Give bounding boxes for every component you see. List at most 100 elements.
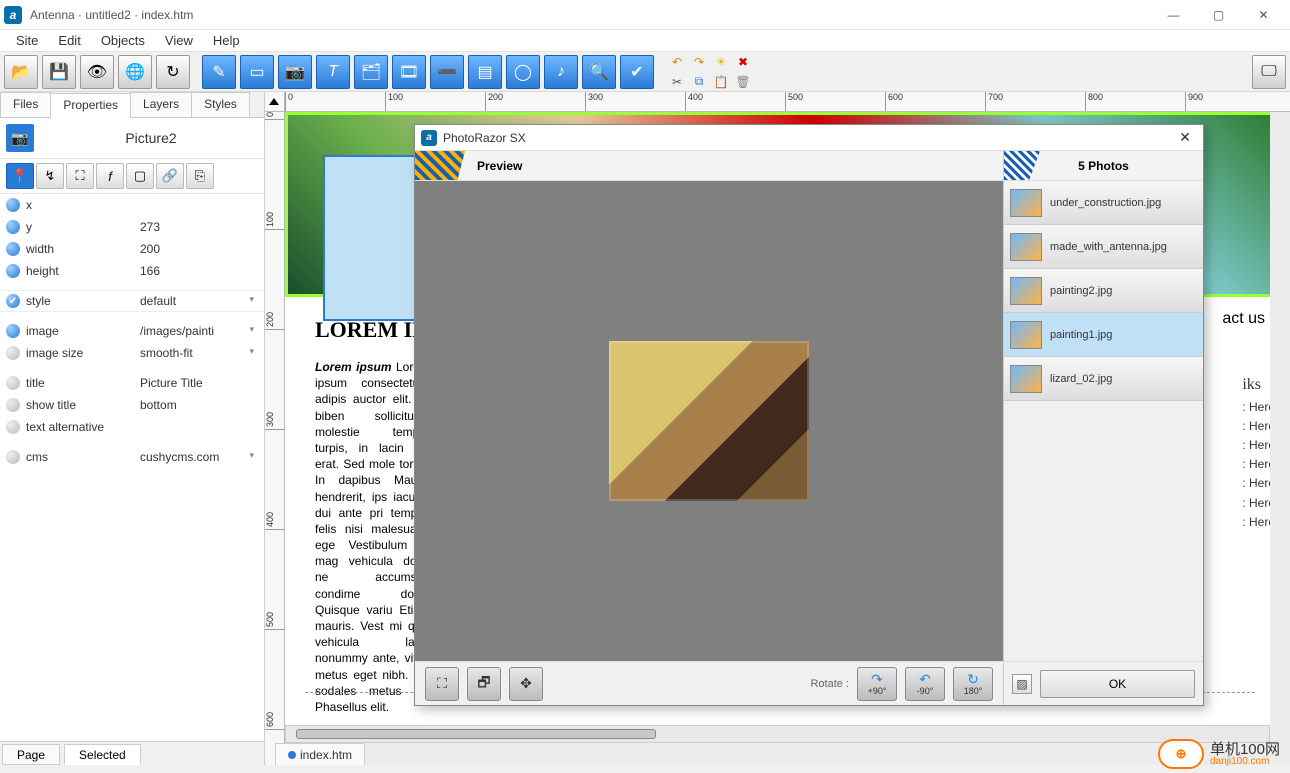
ruler-origin[interactable] bbox=[265, 92, 285, 112]
picture-icon: 📷 bbox=[6, 124, 34, 152]
rotate-ccw-button[interactable]: ↶-90° bbox=[905, 667, 945, 701]
tool-shape[interactable]: ◯ bbox=[506, 55, 540, 89]
photo-filename: painting1.jpg bbox=[1050, 329, 1112, 341]
watermark-text: 单机100网 bbox=[1210, 742, 1280, 757]
mini-toolbar: ↶ ↷ ☀ ✖ ✂ ⧉ 📋 🗑 bbox=[668, 53, 752, 91]
tool-audio[interactable]: ♪ bbox=[544, 55, 578, 89]
prop-value-y[interactable]: 273 bbox=[136, 220, 258, 234]
prop-label-title: title bbox=[26, 376, 136, 390]
tool-check[interactable]: ✔ bbox=[620, 55, 654, 89]
prop-label-width: width bbox=[26, 242, 136, 256]
menu-edit[interactable]: Edit bbox=[48, 31, 90, 50]
bottom-tab-page[interactable]: Page bbox=[2, 744, 60, 765]
prop-tab-action[interactable]: ↯ bbox=[36, 163, 64, 189]
cut-icon[interactable]: ✂ bbox=[668, 73, 686, 91]
lorem-text[interactable]: Lorem ipsum Lorem ipsum consectetuer adi… bbox=[315, 359, 430, 715]
prop-value-width[interactable]: 200 bbox=[136, 242, 258, 256]
menu-help[interactable]: Help bbox=[203, 31, 250, 50]
tab-layers[interactable]: Layers bbox=[130, 92, 192, 117]
fit-button[interactable]: ✥ bbox=[509, 667, 543, 701]
delete-icon[interactable]: ✖ bbox=[734, 53, 752, 71]
filmstrip-icon bbox=[415, 151, 465, 180]
trash-icon[interactable]: 🗑 bbox=[734, 73, 752, 91]
bottom-tab-selected[interactable]: Selected bbox=[64, 744, 141, 765]
tool-pointer[interactable]: ✎ bbox=[202, 55, 236, 89]
prop-value-style[interactable]: default bbox=[136, 294, 258, 308]
publish-button[interactable]: 🌐 bbox=[118, 55, 152, 89]
prop-tab-code[interactable]: ⎘ bbox=[186, 163, 214, 189]
photo-item[interactable]: made_with_antenna.jpg bbox=[1004, 225, 1203, 269]
tool-zoom[interactable]: 🔍 bbox=[582, 55, 616, 89]
menu-objects[interactable]: Objects bbox=[91, 31, 155, 50]
prop-label-x: x bbox=[26, 198, 136, 212]
photo-filename: painting2.jpg bbox=[1050, 285, 1112, 297]
prop-tab-fx[interactable]: f bbox=[96, 163, 124, 189]
prop-tab-shape[interactable]: ▢ bbox=[126, 163, 154, 189]
tool-box[interactable]: ▭ bbox=[240, 55, 274, 89]
photo-item[interactable]: lizard_02.jpg bbox=[1004, 357, 1203, 401]
ruler-horizontal[interactable]: 0100200300400500600700800900 bbox=[285, 92, 1290, 112]
photo-filename: lizard_02.jpg bbox=[1050, 373, 1112, 385]
ok-button[interactable]: OK bbox=[1040, 670, 1195, 698]
copy-icon[interactable]: ⧉ bbox=[690, 73, 708, 91]
doc-status-icon bbox=[288, 751, 296, 759]
preview-image bbox=[609, 341, 809, 501]
tab-styles[interactable]: Styles bbox=[191, 92, 250, 117]
tool-gradient[interactable]: ▤ bbox=[468, 55, 502, 89]
minimize-button[interactable]: — bbox=[1151, 1, 1196, 29]
resize-button[interactable]: 🗗 bbox=[467, 667, 501, 701]
prop-tab-crop[interactable]: ⛶ bbox=[66, 163, 94, 189]
open-button[interactable]: 📂 bbox=[4, 55, 38, 89]
paste-icon[interactable]: 📋 bbox=[712, 73, 730, 91]
links-peek[interactable]: iks : Here: Here : Here: Here : Here: He… bbox=[1242, 372, 1270, 532]
tool-hr[interactable]: ➖ bbox=[430, 55, 464, 89]
add-icon[interactable]: ☀ bbox=[712, 53, 730, 71]
maximize-button[interactable]: ▢ bbox=[1196, 1, 1241, 29]
document-tab[interactable]: index.htm bbox=[275, 743, 365, 765]
crop-button[interactable]: ⛶ bbox=[425, 667, 459, 701]
main-toolbar: 📂 💾 👁 🌐 ↻ ✎ ▭ 📷 T 🗂 🎞 ➖ ▤ ◯ ♪ 🔍 ✔ ↶ ↷ ☀ … bbox=[0, 52, 1290, 92]
prop-value-title[interactable]: Picture Title bbox=[136, 376, 258, 390]
ruler-vertical[interactable]: 0100200300400500600 bbox=[265, 112, 285, 765]
prop-value-image[interactable]: /images/painti bbox=[136, 324, 258, 338]
tab-files[interactable]: Files bbox=[0, 92, 51, 117]
prop-value-showtitle[interactable]: bottom bbox=[136, 398, 258, 412]
tool-media[interactable]: 🎞 bbox=[392, 55, 426, 89]
dialog-titlebar[interactable]: a PhotoRazor SX ✕ bbox=[415, 125, 1203, 151]
photos-count-label: 5 Photos bbox=[1078, 159, 1129, 173]
tool-image[interactable]: 📷 bbox=[278, 55, 312, 89]
tab-properties[interactable]: Properties bbox=[50, 93, 131, 118]
preview-heading: Preview bbox=[477, 159, 522, 173]
undo-icon[interactable]: ↶ bbox=[668, 53, 686, 71]
watermark-logo-icon: ⊕ bbox=[1158, 739, 1204, 769]
dialog-close-button[interactable]: ✕ bbox=[1173, 128, 1197, 148]
dialog-title: PhotoRazor SX bbox=[443, 131, 526, 145]
refresh-button[interactable]: ↻ bbox=[156, 55, 190, 89]
menu-site[interactable]: Site bbox=[6, 31, 48, 50]
save-button[interactable]: 💾 bbox=[42, 55, 76, 89]
menu-view[interactable]: View bbox=[155, 31, 203, 50]
fullscreen-button[interactable]: 🖵 bbox=[1252, 55, 1286, 89]
tool-text[interactable]: T bbox=[316, 55, 350, 89]
prop-label-height: height bbox=[26, 264, 136, 278]
rotate-180-button[interactable]: ↻180° bbox=[953, 667, 993, 701]
prop-tab-position[interactable]: 📍 bbox=[6, 163, 34, 189]
prop-value-imagesize[interactable]: smooth-fit bbox=[136, 346, 258, 360]
left-tabs: Files Properties Layers Styles bbox=[0, 92, 264, 118]
photos-stripe-icon bbox=[1004, 151, 1040, 180]
keep-aspect-checkbox[interactable]: ▨ bbox=[1012, 674, 1032, 694]
prop-tab-link[interactable]: 🔗 bbox=[156, 163, 184, 189]
scrollbar-horizontal[interactable] bbox=[285, 725, 1270, 743]
photo-item[interactable]: painting1.jpg bbox=[1004, 313, 1203, 357]
photo-item[interactable]: under_construction.jpg bbox=[1004, 181, 1203, 225]
prop-value-cms[interactable]: cushycms.com bbox=[136, 450, 258, 464]
photo-thumb-icon bbox=[1010, 233, 1042, 261]
prop-value-height[interactable]: 166 bbox=[136, 264, 258, 278]
tool-gallery[interactable]: 🗂 bbox=[354, 55, 388, 89]
redo-icon[interactable]: ↷ bbox=[690, 53, 708, 71]
close-button[interactable]: ✕ bbox=[1241, 1, 1286, 29]
preview-button[interactable]: 👁 bbox=[80, 55, 114, 89]
rotate-cw-button[interactable]: ↷+90° bbox=[857, 667, 897, 701]
photo-item[interactable]: painting2.jpg bbox=[1004, 269, 1203, 313]
nav-contact-peek[interactable]: act us bbox=[1212, 306, 1270, 332]
